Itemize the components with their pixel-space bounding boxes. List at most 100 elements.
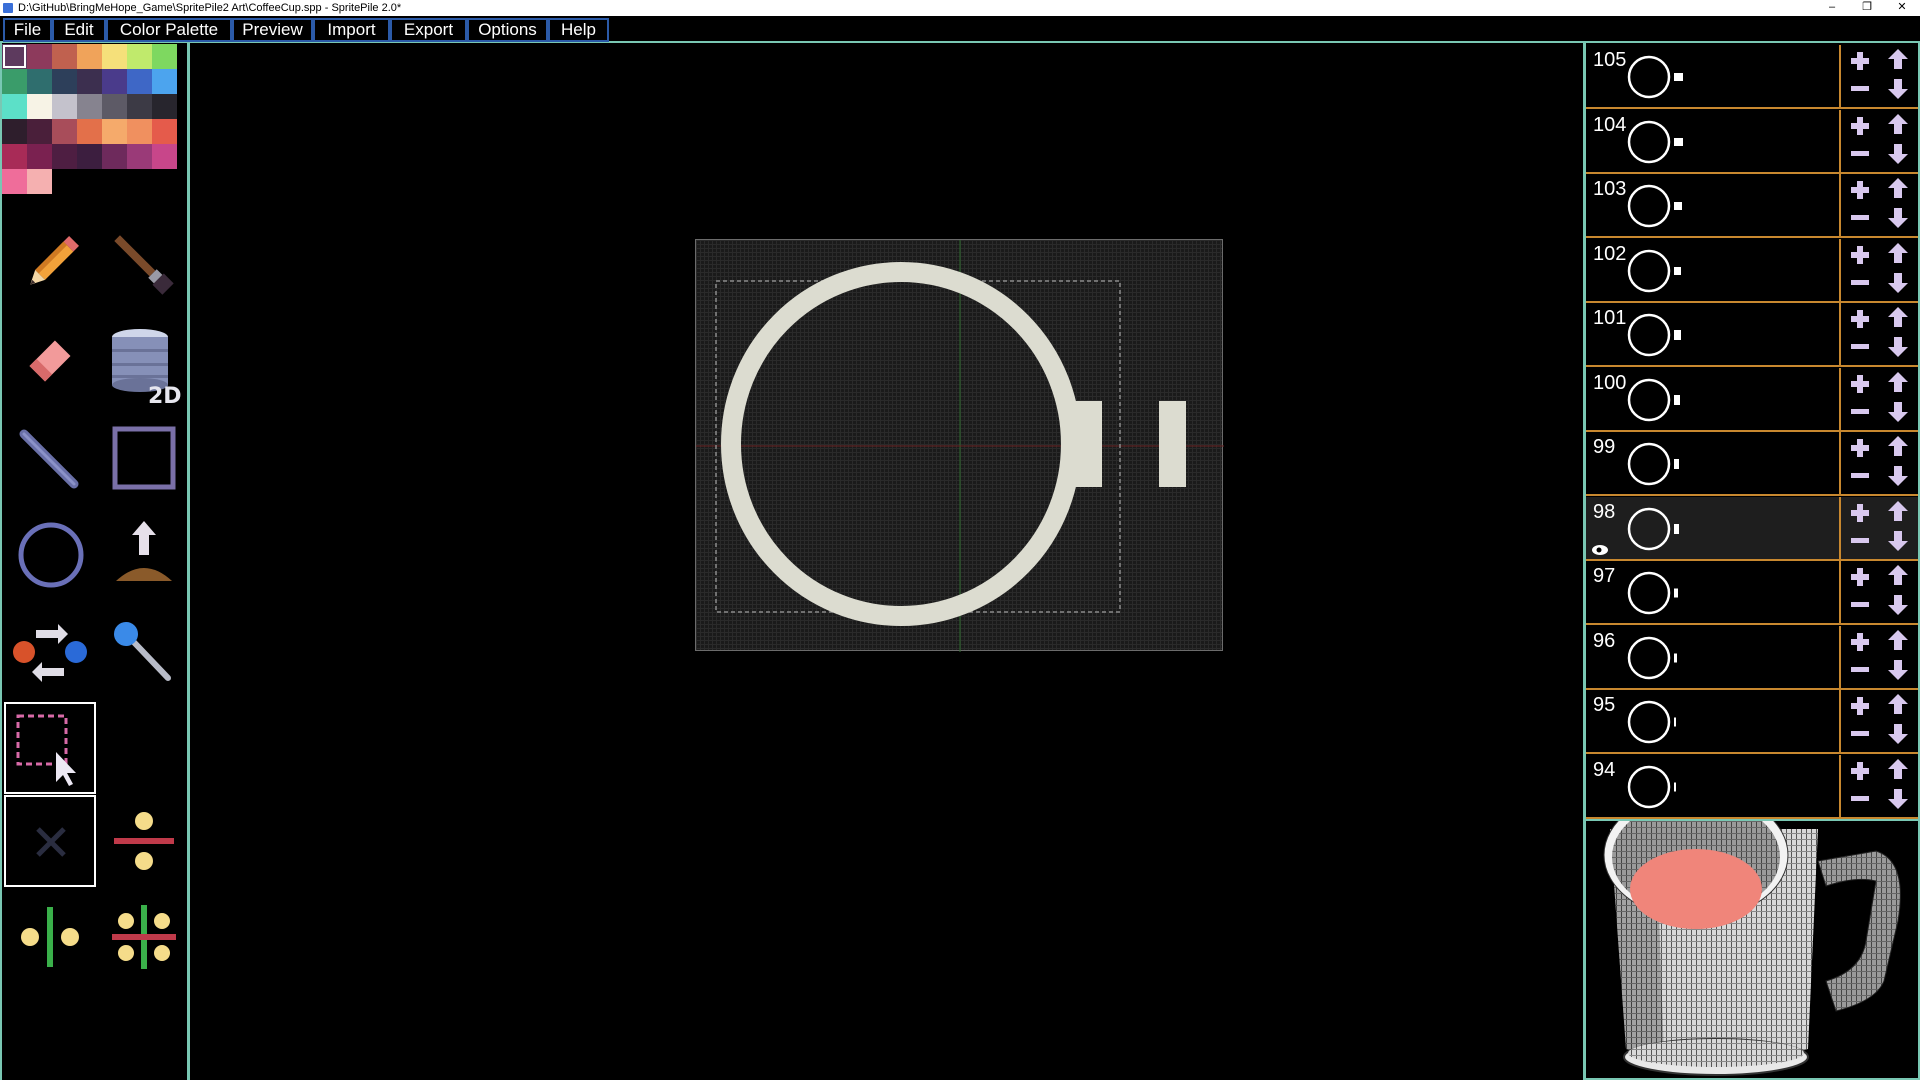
layer-row[interactable]: 96 [1586,625,1918,690]
palette-swatch[interactable] [127,44,152,69]
palette-swatch[interactable] [77,119,102,144]
palette-swatch[interactable] [27,144,52,169]
palette-swatch[interactable] [152,119,177,144]
palette-swatch[interactable] [27,119,52,144]
move-layer-down-icon[interactable] [1887,530,1909,552]
pencil-tool[interactable] [4,219,96,311]
add-layer-icon[interactable] [1849,244,1871,266]
palette-swatch[interactable] [27,94,52,119]
palette-swatch[interactable] [27,69,52,94]
move-layer-up-icon[interactable] [1887,758,1909,780]
move-layer-up-icon[interactable] [1887,693,1909,715]
move-layer-down-icon[interactable] [1887,788,1909,810]
layer-row[interactable]: 98 [1586,496,1918,561]
minimize-button[interactable]: – [1817,0,1847,16]
add-layer-icon[interactable] [1849,502,1871,524]
pixel-canvas[interactable] [695,239,1224,652]
mirror-both-tool[interactable] [98,891,190,983]
menu-options[interactable]: Options [467,18,548,42]
drawing-canvas-area[interactable] [192,43,1583,1080]
palette-swatch[interactable] [102,69,127,94]
add-layer-icon[interactable] [1849,566,1871,588]
move-layer-up-icon[interactable] [1887,306,1909,328]
menu-import[interactable]: Import [313,18,390,42]
line-tool[interactable] [4,412,96,504]
palette-swatch[interactable] [77,94,102,119]
remove-layer-icon[interactable] [1849,530,1871,552]
menu-file[interactable]: File [3,18,52,42]
palette-swatch[interactable] [2,119,27,144]
remove-layer-icon[interactable] [1849,594,1871,616]
move-layer-down-icon[interactable] [1887,336,1909,358]
brush-tool[interactable] [98,219,190,311]
select-tool[interactable] [4,702,96,794]
palette-swatch[interactable] [152,144,177,169]
palette-swatch[interactable] [127,144,152,169]
palette-swatch[interactable] [127,119,152,144]
palette-swatch[interactable] [102,119,127,144]
add-layer-icon[interactable] [1849,179,1871,201]
palette-swatch[interactable] [102,44,127,69]
palette-swatch[interactable] [102,144,127,169]
move-layer-up-icon[interactable] [1887,435,1909,457]
layer-row[interactable]: 102 [1586,238,1918,303]
move-layer-down-icon[interactable] [1887,401,1909,423]
palette-swatch[interactable] [2,44,27,69]
palette-swatch[interactable] [77,69,102,94]
palette-swatch[interactable] [27,44,52,69]
palette-swatch[interactable] [52,119,77,144]
layer-row[interactable]: 99 [1586,432,1918,496]
move-layer-down-icon[interactable] [1887,78,1909,100]
extrude-tool[interactable] [98,509,190,601]
3d-preview[interactable] [1583,819,1920,1080]
move-layer-up-icon[interactable] [1887,242,1909,264]
eraser-tool[interactable] [4,315,96,407]
layer-row[interactable]: 94 [1586,754,1918,819]
swap-colors-tool[interactable] [4,606,96,698]
palette-swatch[interactable] [2,94,27,119]
move-layer-down-icon[interactable] [1887,465,1909,487]
mirror-vertical-tool[interactable] [4,891,96,983]
add-layer-icon[interactable] [1849,308,1871,330]
layer-row[interactable]: 105 [1586,45,1918,109]
palette-swatch[interactable] [127,94,152,119]
menu-export[interactable]: Export [390,18,467,42]
remove-layer-icon[interactable] [1849,659,1871,681]
remove-layer-icon[interactable] [1849,336,1871,358]
palette-swatch[interactable] [2,69,27,94]
move-layer-up-icon[interactable] [1887,629,1909,651]
remove-layer-icon[interactable] [1849,723,1871,745]
palette-swatch[interactable] [127,69,152,94]
move-layer-down-icon[interactable] [1887,659,1909,681]
move-layer-up-icon[interactable] [1887,48,1909,70]
menu-edit[interactable]: Edit [52,18,106,42]
move-layer-up-icon[interactable] [1887,371,1909,393]
palette-swatch[interactable] [2,169,27,194]
add-layer-icon[interactable] [1849,760,1871,782]
palette-swatch[interactable] [152,69,177,94]
remove-layer-icon[interactable] [1849,465,1871,487]
palette-swatch[interactable] [52,94,77,119]
add-layer-icon[interactable] [1849,437,1871,459]
layer-row[interactable]: 97 [1586,561,1918,625]
remove-layer-icon[interactable] [1849,788,1871,810]
layer-row[interactable]: 95 [1586,690,1918,754]
palette-swatch[interactable] [77,44,102,69]
restore-button[interactable]: ❐ [1852,0,1882,16]
move-layer-down-icon[interactable] [1887,272,1909,294]
add-layer-icon[interactable] [1849,373,1871,395]
remove-layer-icon[interactable] [1849,401,1871,423]
palette-swatch[interactable] [52,44,77,69]
ellipse-tool[interactable] [4,509,96,601]
move-layer-up-icon[interactable] [1887,113,1909,135]
clear-selection-tool[interactable] [4,795,96,887]
menu-preview[interactable]: Preview [232,18,313,42]
menu-color-palette[interactable]: Color Palette [106,18,232,42]
remove-layer-icon[interactable] [1849,78,1871,100]
remove-layer-icon[interactable] [1849,272,1871,294]
eyedropper-tool[interactable] [98,606,190,698]
palette-swatch[interactable] [77,144,102,169]
remove-layer-icon[interactable] [1849,143,1871,165]
add-layer-icon[interactable] [1849,115,1871,137]
layer-row[interactable]: 104 [1586,109,1918,174]
